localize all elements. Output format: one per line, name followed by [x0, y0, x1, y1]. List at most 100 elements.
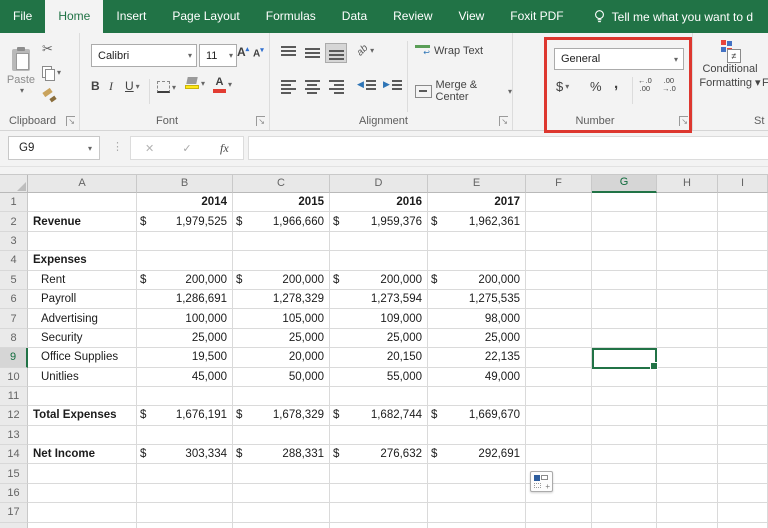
bottom-align-button[interactable] [325, 43, 347, 63]
row-header-13[interactable]: 13 [0, 425, 28, 446]
font-name-select[interactable]: Calibri ▾ [91, 44, 197, 67]
cell-I7[interactable] [718, 309, 768, 329]
cell-H10[interactable] [657, 367, 718, 387]
tab-review[interactable]: Review [380, 0, 445, 33]
font-size-select[interactable]: 11 ▾ [199, 44, 237, 67]
cell-E12[interactable]: $1,669,670 [428, 406, 526, 426]
underline-button[interactable]: U ▾ [125, 79, 140, 93]
number-format-select[interactable]: General ▾ [554, 48, 684, 70]
tell-me-box[interactable]: Tell me what you want to d [593, 0, 753, 33]
cell[interactable] [657, 522, 718, 528]
wrap-text-button[interactable]: ↩ Wrap Text [415, 45, 483, 57]
cell-I11[interactable] [718, 386, 768, 407]
cell-C16[interactable] [233, 483, 330, 504]
cell-F3[interactable] [526, 231, 592, 252]
bold-button[interactable]: B [91, 79, 100, 93]
cell-G6[interactable] [592, 289, 657, 310]
cell-G11[interactable] [592, 386, 657, 407]
cancel-icon[interactable]: ✕ [131, 142, 168, 155]
cell-G14[interactable] [592, 445, 657, 465]
copy-button[interactable]: ▾ [42, 62, 72, 82]
cell-D9[interactable]: 20,150 [330, 348, 428, 368]
tab-file[interactable]: File [0, 0, 45, 33]
cell-C11[interactable] [233, 386, 330, 407]
col-header-D[interactable]: D [330, 175, 428, 193]
cell-B13[interactable] [137, 425, 233, 446]
cell-I15[interactable] [718, 464, 768, 484]
cell-C15[interactable] [233, 464, 330, 484]
row-header-10[interactable]: 10 [0, 367, 28, 387]
increase-indent-button[interactable]: ▶ [383, 79, 402, 90]
cell-I8[interactable] [718, 328, 768, 349]
cell-A5[interactable]: Rent [28, 270, 137, 290]
cell-F1[interactable] [526, 193, 592, 213]
tab-foxit-pdf[interactable]: Foxit PDF [497, 0, 576, 33]
cell-A1[interactable] [28, 193, 137, 213]
cell-D15[interactable] [330, 464, 428, 484]
row-header-9[interactable]: 9 [0, 348, 28, 368]
cell-C13[interactable] [233, 425, 330, 446]
cell-I5[interactable] [718, 270, 768, 290]
decrease-font-size-button[interactable]: A▾ [253, 46, 264, 59]
cell-B10[interactable]: 45,000 [137, 367, 233, 387]
cell-C8[interactable]: 25,000 [233, 328, 330, 349]
cell-H1[interactable] [657, 193, 718, 213]
font-color-button[interactable]: A ▾ [213, 76, 232, 93]
cell-B16[interactable] [137, 483, 233, 504]
cell-E5[interactable]: $200,000 [428, 270, 526, 290]
cell-G17[interactable] [592, 503, 657, 523]
increase-decimal-button[interactable]: ←.0.00 [638, 76, 652, 94]
cell-I10[interactable] [718, 367, 768, 387]
cell-C3[interactable] [233, 231, 330, 252]
cell-B3[interactable] [137, 231, 233, 252]
cell-A4[interactable]: Expenses [28, 251, 137, 271]
cell-H3[interactable] [657, 231, 718, 252]
accounting-format-button[interactable]: $ ▾ [556, 79, 569, 94]
alignment-dialog-launcher-icon[interactable]: ↘ [499, 116, 508, 126]
cell-F10[interactable] [526, 367, 592, 387]
cell-A11[interactable] [28, 386, 137, 407]
cell-I16[interactable] [718, 483, 768, 504]
cell-E9[interactable]: 22,135 [428, 348, 526, 368]
row-header-5[interactable]: 5 [0, 270, 28, 290]
col-header-F[interactable]: F [526, 175, 592, 193]
top-align-button[interactable] [277, 43, 299, 63]
row-header-8[interactable]: 8 [0, 328, 28, 349]
cell-I2[interactable] [718, 212, 768, 232]
col-header-H[interactable]: H [657, 175, 718, 193]
tab-insert[interactable]: Insert [103, 0, 159, 33]
cell-H14[interactable] [657, 445, 718, 465]
cell-E17[interactable] [428, 503, 526, 523]
cell-F14[interactable] [526, 445, 592, 465]
align-right-button[interactable] [325, 77, 347, 97]
cell-C1[interactable]: 2015 [233, 193, 330, 213]
cell-E16[interactable] [428, 483, 526, 504]
enter-icon[interactable]: ✓ [168, 142, 205, 155]
cell-H13[interactable] [657, 425, 718, 446]
col-header-A[interactable]: A [28, 175, 137, 193]
tab-view[interactable]: View [446, 0, 498, 33]
row-header-12[interactable]: 12 [0, 406, 28, 426]
tab-home[interactable]: Home [45, 0, 104, 33]
cell-H12[interactable] [657, 406, 718, 426]
paste-button[interactable]: Paste ▾ [4, 39, 38, 105]
cell-I1[interactable] [718, 193, 768, 213]
cell-E10[interactable]: 49,000 [428, 367, 526, 387]
cell-D5[interactable]: $200,000 [330, 270, 428, 290]
percent-style-button[interactable]: % [590, 79, 602, 94]
tab-data[interactable]: Data [329, 0, 380, 33]
row-header[interactable] [0, 522, 28, 528]
tab-formulas[interactable]: Formulas [253, 0, 329, 33]
cell[interactable] [428, 522, 526, 528]
cell-C5[interactable]: $200,000 [233, 270, 330, 290]
cell-C14[interactable]: $288,331 [233, 445, 330, 465]
cell-A13[interactable] [28, 425, 137, 446]
cell-G5[interactable] [592, 270, 657, 290]
row-header-11[interactable]: 11 [0, 386, 28, 407]
cell-F6[interactable] [526, 289, 592, 310]
cell-D13[interactable] [330, 425, 428, 446]
cell-E6[interactable]: 1,275,535 [428, 289, 526, 310]
cell-I3[interactable] [718, 231, 768, 252]
cell-G4[interactable] [592, 251, 657, 271]
cell-I9[interactable] [718, 348, 768, 368]
